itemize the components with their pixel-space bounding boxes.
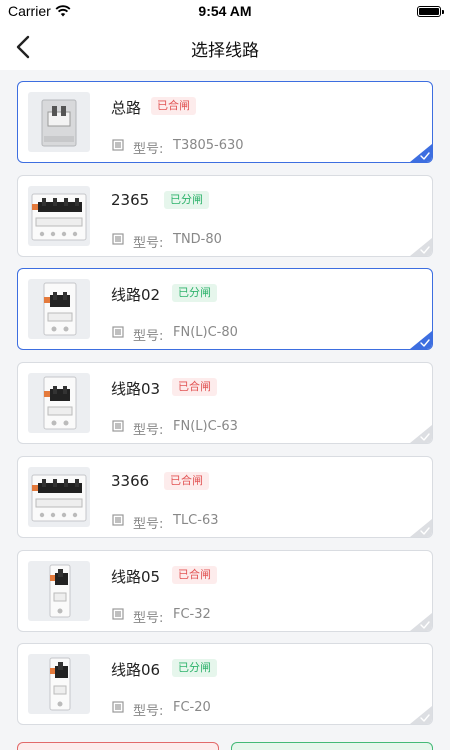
unselected-check-icon	[410, 706, 432, 725]
model-label: 型号:	[133, 516, 164, 532]
status-badge: 已合闸	[172, 565, 217, 584]
model-icon	[112, 514, 124, 526]
model-value: FN(L)C-63	[173, 419, 238, 435]
circuit-name: 线路02	[111, 286, 161, 305]
status-badge: 已合闸	[164, 471, 209, 490]
breaker-image	[28, 279, 90, 340]
navigation-bar: 选择线路	[0, 24, 450, 70]
model-label: 型号:	[133, 704, 164, 720]
breaker-image	[28, 92, 90, 152]
circuit-name: 线路06	[111, 661, 161, 680]
circuit-name: 总路	[111, 99, 142, 117]
circuit-card[interactable]: 线路05 已合闸型号: FC-32	[17, 549, 433, 632]
selected-check-icon	[410, 144, 432, 162]
model-icon	[112, 233, 124, 245]
breaker-image	[28, 466, 90, 527]
model-icon	[112, 701, 124, 713]
circuit-name: 3366	[111, 471, 150, 490]
model-icon	[112, 607, 124, 620]
circuit-card[interactable]: 总路 已合闸型号: T3805-630	[17, 81, 433, 163]
selected-check-icon	[410, 331, 432, 350]
model-value: FC-20	[173, 700, 211, 716]
breaker-image	[28, 373, 90, 434]
model-value: TLC-63	[173, 512, 219, 528]
battery-icon	[417, 6, 444, 17]
model-label: 型号:	[133, 610, 164, 626]
model-icon	[112, 139, 124, 151]
breaker-image	[28, 654, 90, 715]
unselected-check-icon	[410, 518, 432, 537]
status-badge: 已分闸	[164, 190, 209, 209]
status-badge: 已分闸	[172, 284, 217, 303]
unselected-check-icon	[410, 237, 432, 256]
breaker-image	[28, 185, 90, 246]
model-label: 型号:	[133, 329, 164, 345]
model-label: 型号:	[133, 142, 164, 157]
page-title: 选择线路	[191, 41, 259, 61]
status-time: 9:54 AM	[198, 3, 252, 19]
model-label: 型号:	[133, 235, 164, 251]
circuit-name: 2365	[111, 190, 150, 209]
model-label: 型号:	[133, 423, 164, 439]
model-value: FN(L)C-80	[173, 325, 238, 341]
model-value: T3805-630	[173, 138, 244, 153]
circuit-name: 线路05	[111, 567, 161, 586]
status-badge: 已合闸	[151, 97, 196, 115]
circuit-card[interactable]: 线路06 已分闸型号: FC-20	[17, 643, 433, 726]
unselected-check-icon	[410, 612, 432, 631]
status-bar: Carrier 9:54 AM	[0, 0, 450, 24]
bottom-action-bar	[0, 742, 450, 750]
unselected-check-icon	[410, 425, 432, 444]
model-value: TND-80	[173, 231, 222, 247]
status-badge: 已合闸	[172, 378, 217, 397]
circuit-name: 线路03	[111, 380, 161, 399]
status-badge: 已分闸	[172, 659, 217, 678]
breaker-image	[28, 560, 90, 621]
close-all-button[interactable]	[17, 742, 219, 750]
circuit-card[interactable]: 线路02 已分闸型号: FN(L)C-80	[17, 268, 433, 351]
model-icon	[112, 420, 124, 432]
circuit-card[interactable]: 3366 已合闸型号: TLC-63	[17, 455, 433, 538]
model-icon	[112, 326, 124, 338]
circuit-card[interactable]: 线路03 已合闸型号: FN(L)C-63	[17, 362, 433, 445]
circuit-card[interactable]: 2365 已分闸型号: TND-80	[17, 174, 433, 257]
open-all-button[interactable]	[231, 742, 433, 750]
model-value: FC-32	[173, 606, 211, 622]
